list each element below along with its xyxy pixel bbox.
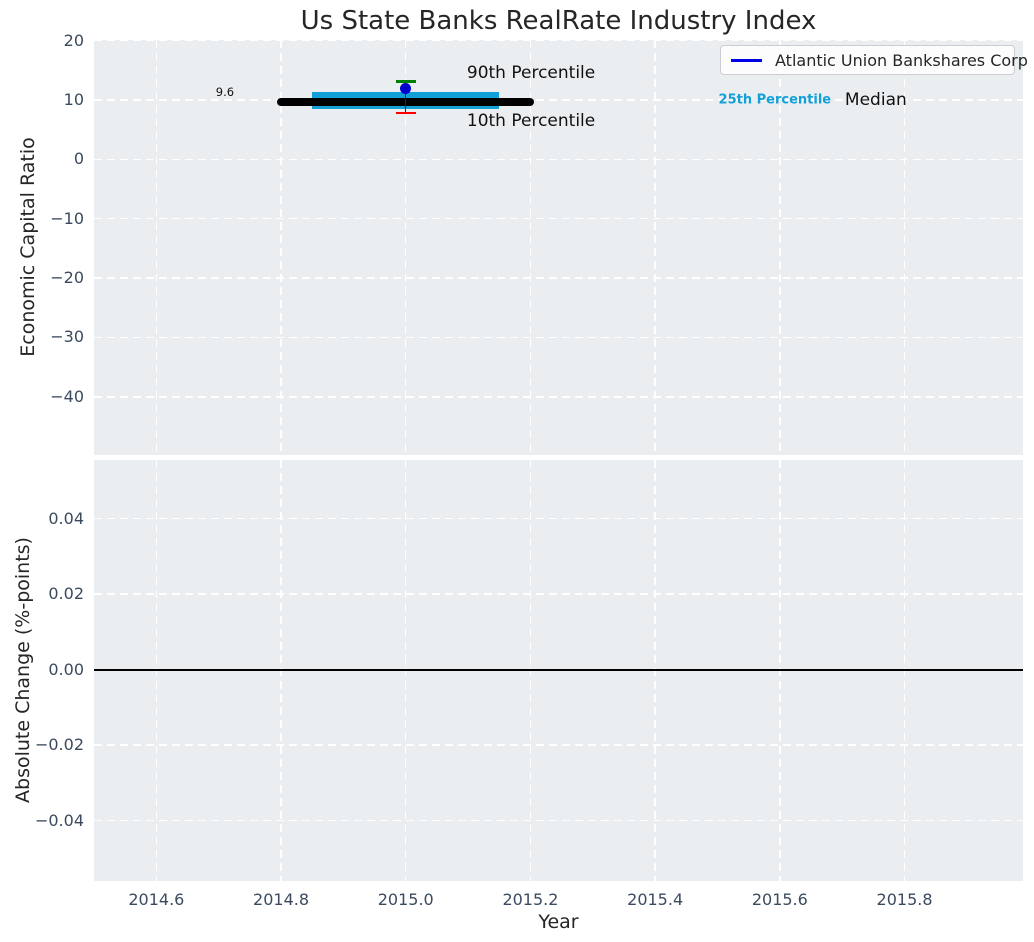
y-tick-label: 0 (73, 149, 84, 169)
y-tick-label: 20 (63, 30, 84, 50)
x-tick-label: 2015.2 (502, 890, 559, 909)
y-tick-label: −20 (50, 268, 84, 288)
figure: Us State Banks RealRate Industry Index 2… (0, 0, 1034, 942)
top-y-axis-label: Economic Capital Ratio (17, 137, 39, 357)
bottom-axes-panel (94, 460, 1023, 881)
legend-line-sample (731, 58, 762, 62)
legend[interactable]: Atlantic Union Bankshares Corp (720, 45, 1028, 75)
x-tick-label: 2014.8 (253, 890, 310, 909)
x-axis-label: Year (538, 911, 579, 933)
bottom-y-axis-label: Absolute Change (%-points) (12, 537, 34, 803)
x-tick-label: 2015.6 (751, 890, 808, 909)
x-tick-label: 2015.0 (377, 890, 434, 909)
y-tick-label: −40 (50, 386, 84, 406)
y-tick-label: −30 (50, 327, 84, 347)
x-tick-label: 2014.6 (128, 890, 185, 909)
top-axes-panel (94, 40, 1023, 455)
chart-title: Us State Banks RealRate Industry Index (300, 6, 817, 36)
x-tick-label: 2015.4 (627, 890, 684, 909)
y-tick-label: 10 (63, 89, 84, 109)
legend-series-label: Atlantic Union Bankshares Corp (775, 50, 1028, 70)
x-tick-label: 2015.8 (876, 890, 933, 909)
y-tick-label: −10 (50, 208, 84, 228)
